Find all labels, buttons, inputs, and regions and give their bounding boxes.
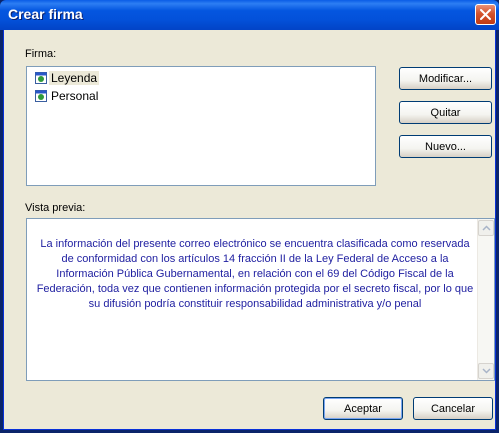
list-item[interactable]: Leyenda xyxy=(35,70,100,86)
signature-icon xyxy=(35,90,47,102)
firma-listbox[interactable]: Leyenda Personal xyxy=(26,66,376,186)
list-item-label: Leyenda xyxy=(49,71,100,85)
chevron-down-icon xyxy=(482,368,491,374)
nuevo-button[interactable]: Nuevo... xyxy=(399,135,492,158)
scroll-down-button[interactable] xyxy=(478,363,494,379)
list-item[interactable]: Personal xyxy=(35,88,100,104)
aceptar-button[interactable]: Aceptar xyxy=(323,397,403,420)
list-item-label: Personal xyxy=(51,89,99,103)
cancelar-button[interactable]: Cancelar xyxy=(413,397,493,420)
chevron-up-icon xyxy=(482,225,491,231)
scroll-up-button[interactable] xyxy=(478,220,494,236)
preview-box[interactable]: La información del presente correo elect… xyxy=(26,218,495,381)
preview-label: Vista previa: xyxy=(25,202,86,214)
vertical-scrollbar[interactable] xyxy=(477,219,494,380)
close-icon xyxy=(480,9,491,20)
window-title: Crear firma xyxy=(8,6,83,22)
signature-icon xyxy=(35,72,47,84)
close-button[interactable] xyxy=(475,4,496,25)
preview-text: La información del presente correo elect… xyxy=(36,238,474,310)
firma-label: Firma: xyxy=(25,48,57,60)
title-bar[interactable]: Crear firma xyxy=(0,0,499,30)
quitar-button[interactable]: Quitar xyxy=(399,101,492,124)
modificar-button[interactable]: Modificar... xyxy=(399,67,492,90)
